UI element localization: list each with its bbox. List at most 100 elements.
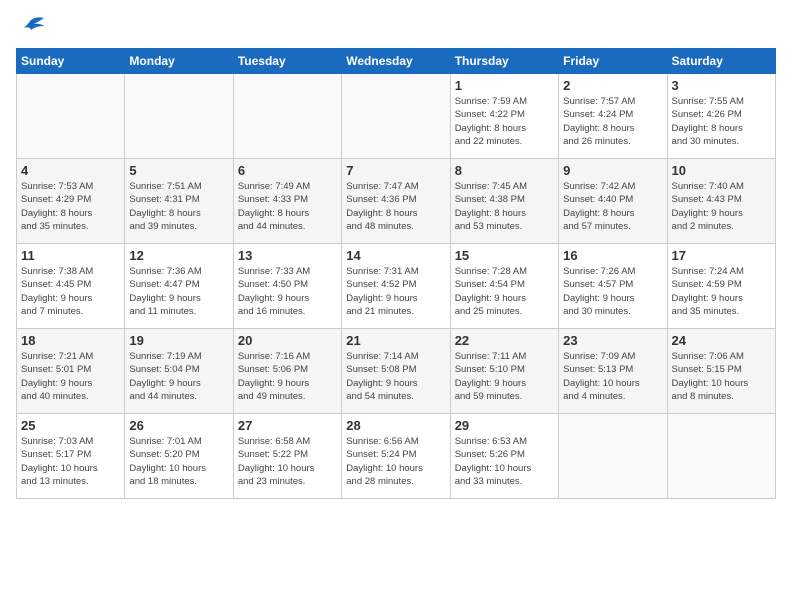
calendar-cell: 21Sunrise: 7:14 AM Sunset: 5:08 PM Dayli… <box>342 329 450 414</box>
day-info: Sunrise: 7:19 AM Sunset: 5:04 PM Dayligh… <box>129 350 228 403</box>
header <box>16 16 776 40</box>
day-info: Sunrise: 7:49 AM Sunset: 4:33 PM Dayligh… <box>238 180 337 233</box>
day-info: Sunrise: 7:01 AM Sunset: 5:20 PM Dayligh… <box>129 435 228 488</box>
weekday-header-saturday: Saturday <box>667 49 775 74</box>
calendar-cell: 23 Sunrise: 7:09 AM Sunset: 5:13 PM Dayli… <box>559 329 667 414</box>
calendar-cell: 10 Sunrise: 7:40 AM Sunset: 4:43 PM Dayli… <box>667 159 775 244</box>
day-number: 15 <box>455 248 554 263</box>
day-number: 25 <box>21 418 120 433</box>
day-info: Sunrise: 7:45 AM Sunset: 4:38 PM Dayligh… <box>455 180 554 233</box>
day-number: 12 <box>129 248 228 263</box>
calendar-cell <box>342 74 450 159</box>
day-number: 20 <box>238 333 337 348</box>
calendar-cell: 24 Sunrise: 7:06 AM Sunset: 5:15 PM Dayli… <box>667 329 775 414</box>
calendar-cell <box>233 74 341 159</box>
week-row-3: 11 Sunrise: 7:38 AM Sunset: 4:45 PM Dayli… <box>17 244 776 329</box>
calendar-cell: 29 Sunrise: 6:53 AM Sunset: 5:26 PM Dayli… <box>450 414 558 499</box>
calendar-cell: 26 Sunrise: 7:01 AM Sunset: 5:20 PM Dayli… <box>125 414 233 499</box>
day-info: Sunrise: 7:57 AM Sunset: 4:24 PM Dayligh… <box>563 95 662 148</box>
day-info: Sunrise: 7:28 AM Sunset: 4:54 PM Dayligh… <box>455 265 554 318</box>
calendar-cell: 7 Sunrise: 7:47 AM Sunset: 4:36 PM Daylig… <box>342 159 450 244</box>
weekday-header-tuesday: Tuesday <box>233 49 341 74</box>
logo-bird-icon <box>16 16 46 40</box>
day-number: 7 <box>346 163 445 178</box>
week-row-2: 4 Sunrise: 7:53 AM Sunset: 4:29 PM Daylig… <box>17 159 776 244</box>
day-number: 14 <box>346 248 445 263</box>
day-info: Sunrise: 7:53 AM Sunset: 4:29 PM Dayligh… <box>21 180 120 233</box>
calendar-cell: 25Sunrise: 7:03 AM Sunset: 5:17 PM Dayli… <box>17 414 125 499</box>
calendar-cell: 2Sunrise: 7:57 AM Sunset: 4:24 PM Daylig… <box>559 74 667 159</box>
day-info: Sunrise: 7:26 AM Sunset: 4:57 PM Dayligh… <box>563 265 662 318</box>
day-number: 17 <box>672 248 771 263</box>
weekday-header-wednesday: Wednesday <box>342 49 450 74</box>
day-info: Sunrise: 6:53 AM Sunset: 5:26 PM Dayligh… <box>455 435 554 488</box>
calendar-cell <box>125 74 233 159</box>
weekday-header-friday: Friday <box>559 49 667 74</box>
day-info: Sunrise: 7:24 AM Sunset: 4:59 PM Dayligh… <box>672 265 771 318</box>
day-number: 27 <box>238 418 337 433</box>
day-number: 16 <box>563 248 662 263</box>
calendar-cell: 22 Sunrise: 7:11 AM Sunset: 5:10 PM Dayli… <box>450 329 558 414</box>
day-info: Sunrise: 6:58 AM Sunset: 5:22 PM Dayligh… <box>238 435 337 488</box>
day-info: Sunrise: 7:51 AM Sunset: 4:31 PM Dayligh… <box>129 180 228 233</box>
day-info: Sunrise: 7:21 AM Sunset: 5:01 PM Dayligh… <box>21 350 120 403</box>
day-number: 28 <box>346 418 445 433</box>
day-number: 3 <box>672 78 771 93</box>
calendar-cell: 17 Sunrise: 7:24 AM Sunset: 4:59 PM Dayli… <box>667 244 775 329</box>
day-info: Sunrise: 7:47 AM Sunset: 4:36 PM Dayligh… <box>346 180 445 233</box>
calendar-cell <box>667 414 775 499</box>
day-info: Sunrise: 7:06 AM Sunset: 5:15 PM Dayligh… <box>672 350 771 403</box>
day-info: Sunrise: 7:42 AM Sunset: 4:40 PM Dayligh… <box>563 180 662 233</box>
day-number: 9 <box>563 163 662 178</box>
day-info: Sunrise: 7:36 AM Sunset: 4:47 PM Dayligh… <box>129 265 228 318</box>
calendar-cell: 8 Sunrise: 7:45 AM Sunset: 4:38 PM Daylig… <box>450 159 558 244</box>
day-number: 11 <box>21 248 120 263</box>
week-row-4: 18 Sunrise: 7:21 AM Sunset: 5:01 PM Dayli… <box>17 329 776 414</box>
day-info: Sunrise: 7:11 AM Sunset: 5:10 PM Dayligh… <box>455 350 554 403</box>
day-number: 8 <box>455 163 554 178</box>
day-number: 6 <box>238 163 337 178</box>
day-number: 24 <box>672 333 771 348</box>
day-info: Sunrise: 7:40 AM Sunset: 4:43 PM Dayligh… <box>672 180 771 233</box>
logo <box>16 16 50 40</box>
calendar-cell <box>17 74 125 159</box>
calendar-cell: 18 Sunrise: 7:21 AM Sunset: 5:01 PM Dayli… <box>17 329 125 414</box>
day-info: Sunrise: 7:31 AM Sunset: 4:52 PM Dayligh… <box>346 265 445 318</box>
day-number: 26 <box>129 418 228 433</box>
calendar-cell: 11 Sunrise: 7:38 AM Sunset: 4:45 PM Dayli… <box>17 244 125 329</box>
calendar-cell: 6 Sunrise: 7:49 AM Sunset: 4:33 PM Daylig… <box>233 159 341 244</box>
weekday-header-sunday: Sunday <box>17 49 125 74</box>
day-info: Sunrise: 7:59 AM Sunset: 4:22 PM Dayligh… <box>455 95 554 148</box>
weekday-header-monday: Monday <box>125 49 233 74</box>
calendar-cell <box>559 414 667 499</box>
calendar-cell: 5 Sunrise: 7:51 AM Sunset: 4:31 PM Daylig… <box>125 159 233 244</box>
day-info: Sunrise: 7:33 AM Sunset: 4:50 PM Dayligh… <box>238 265 337 318</box>
calendar-cell: 4 Sunrise: 7:53 AM Sunset: 4:29 PM Daylig… <box>17 159 125 244</box>
calendar-cell: 28 Sunrise: 6:56 AM Sunset: 5:24 PM Dayli… <box>342 414 450 499</box>
calendar-cell: 14 Sunrise: 7:31 AM Sunset: 4:52 PM Dayli… <box>342 244 450 329</box>
day-info: Sunrise: 7:09 AM Sunset: 5:13 PM Dayligh… <box>563 350 662 403</box>
day-info: Sunrise: 7:38 AM Sunset: 4:45 PM Dayligh… <box>21 265 120 318</box>
calendar-cell: 20 Sunrise: 7:16 AM Sunset: 5:06 PM Dayli… <box>233 329 341 414</box>
day-number: 23 <box>563 333 662 348</box>
day-number: 19 <box>129 333 228 348</box>
day-number: 29 <box>455 418 554 433</box>
day-number: 1 <box>455 78 554 93</box>
day-number: 22 <box>455 333 554 348</box>
day-info: Sunrise: 7:16 AM Sunset: 5:06 PM Dayligh… <box>238 350 337 403</box>
calendar-cell: 15 Sunrise: 7:28 AM Sunset: 4:54 PM Dayli… <box>450 244 558 329</box>
day-number: 13 <box>238 248 337 263</box>
day-info: Sunrise: 7:55 AM Sunset: 4:26 PM Dayligh… <box>672 95 771 148</box>
day-number: 10 <box>672 163 771 178</box>
week-row-5: 25Sunrise: 7:03 AM Sunset: 5:17 PM Dayli… <box>17 414 776 499</box>
day-info: Sunrise: 6:56 AM Sunset: 5:24 PM Dayligh… <box>346 435 445 488</box>
calendar-cell: 1 Sunrise: 7:59 AM Sunset: 4:22 PM Daylig… <box>450 74 558 159</box>
day-number: 21 <box>346 333 445 348</box>
day-number: 5 <box>129 163 228 178</box>
calendar-table: SundayMondayTuesdayWednesdayThursdayFrid… <box>16 48 776 499</box>
day-number: 4 <box>21 163 120 178</box>
day-number: 18 <box>21 333 120 348</box>
calendar-cell: 27 Sunrise: 6:58 AM Sunset: 5:22 PM Dayli… <box>233 414 341 499</box>
calendar-cell: 3 Sunrise: 7:55 AM Sunset: 4:26 PM Daylig… <box>667 74 775 159</box>
calendar-cell: 13 Sunrise: 7:33 AM Sunset: 4:50 PM Dayli… <box>233 244 341 329</box>
